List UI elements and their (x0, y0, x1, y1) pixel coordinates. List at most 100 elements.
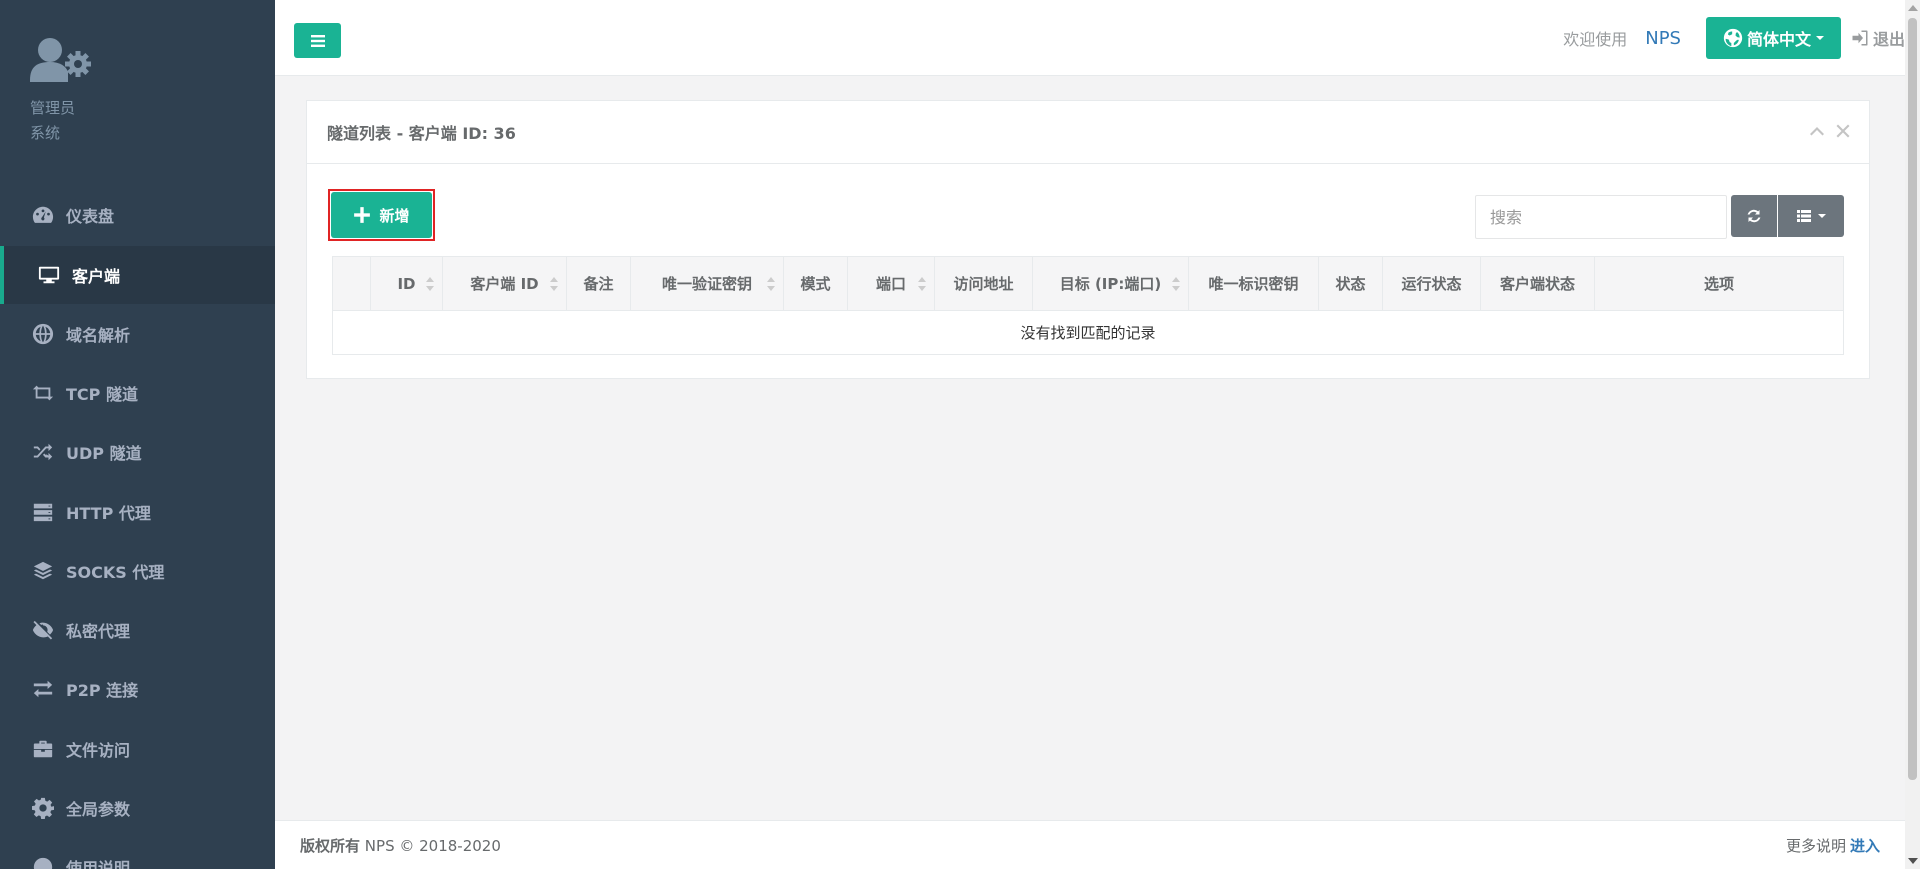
sidebar-item-domain[interactable]: 域名解析 (0, 305, 275, 363)
layers-icon (30, 558, 56, 584)
col-id[interactable]: ID (370, 256, 443, 311)
sidebar-item-label: TCP 隧道 (66, 385, 138, 404)
info-icon (30, 854, 56, 869)
globe-icon (1723, 28, 1743, 48)
sidebar-item-label: 域名解析 (66, 326, 131, 345)
plus-icon (354, 207, 371, 223)
logout-button[interactable]: 退出 (1851, 26, 1905, 50)
sidebar-item-label: 仪表盘 (66, 207, 115, 226)
panel-title: 隧道列表 - 客户端 ID: 36 (327, 124, 516, 143)
col-label: 状态 (1335, 275, 1366, 293)
col-checkbox (332, 256, 371, 311)
col-label: 唯一标识密钥 (1208, 275, 1299, 293)
sidebar-item-global[interactable]: 全局参数 (0, 779, 275, 837)
sidebar: 管理员 系统 仪表盘 客户端 域名解析 TCP 隧道 UDP 隧道 HTTP 代… (0, 0, 275, 869)
sidebar-item-secret[interactable]: 私密代理 (0, 601, 275, 659)
sidebar-item-tcp[interactable]: TCP 隧道 (0, 364, 275, 422)
col-label: 唯一验证密钥 (661, 275, 752, 293)
col-options: 选项 (1594, 256, 1844, 311)
panel-header: 隧道列表 - 客户端 ID: 36 (307, 101, 1869, 164)
sidebar-item-udp[interactable]: UDP 隧道 (0, 423, 275, 481)
menu-toggle-button[interactable] (294, 23, 341, 58)
caret-down-icon (1818, 214, 1826, 218)
sidebar-item-p2p[interactable]: P2P 连接 (0, 660, 275, 718)
col-port[interactable]: 端口 (847, 256, 935, 311)
table-toolbar (1731, 195, 1844, 237)
sort-icon (1172, 277, 1180, 291)
desktop-icon (36, 262, 62, 288)
col-mode: 模式 (783, 256, 848, 311)
scroll-thumb[interactable] (1908, 18, 1917, 780)
add-label: 新增 (379, 206, 410, 225)
col-label: 备注 (583, 275, 614, 293)
dashboard-icon (30, 202, 56, 228)
col-client-id[interactable]: 客户端 ID (442, 256, 567, 311)
refresh-icon (1747, 209, 1761, 223)
sidebar-item-label: 文件访问 (66, 741, 131, 760)
sort-icon (918, 277, 926, 291)
col-run-status: 运行状态 (1382, 256, 1481, 311)
profile: 管理员 系统 (0, 0, 275, 180)
server-icon (30, 499, 56, 525)
sidebar-item-label: 全局参数 (66, 800, 131, 819)
profile-role: 管理员 (30, 99, 76, 117)
sidebar-item-label: 私密代理 (66, 622, 131, 641)
copyright-label: 版权所有 (300, 836, 361, 855)
retweet-icon (30, 380, 56, 406)
admin-avatar-icon (30, 38, 91, 82)
sidebar-item-label: SOCKS 代理 (66, 563, 165, 582)
sidebar-item-help[interactable]: 使用说明 (0, 838, 275, 869)
sidebar-item-label: 使用说明 (66, 859, 131, 869)
search-input[interactable] (1475, 195, 1727, 239)
sidebar-item-label: 客户端 (72, 267, 121, 286)
language-label: 简体中文 (1746, 30, 1811, 49)
language-dropdown[interactable]: 简体中文 (1705, 17, 1841, 59)
panel-tools (1809, 123, 1851, 139)
sidebar-item-clients[interactable]: 客户端 (0, 246, 275, 304)
col-client-status: 客户端状态 (1480, 256, 1595, 311)
table-header-row: ID 客户端 ID 备注 唯一验证密钥 模式 端口 访问地址 目标 (IP:端口… (332, 256, 1844, 311)
chevron-up-icon[interactable] (1809, 123, 1825, 139)
profile-system: 系统 (30, 124, 61, 142)
brand-link[interactable]: NPS (1645, 28, 1681, 49)
col-label: 选项 (1703, 275, 1734, 293)
sidebar-item-socks[interactable]: SOCKS 代理 (0, 542, 275, 600)
tunnel-table: ID 客户端 ID 备注 唯一验证密钥 模式 端口 访问地址 目标 (IP:端口… (332, 256, 1844, 355)
footer-more: 更多说明 进入 (1786, 835, 1880, 856)
sidebar-item-file[interactable]: 文件访问 (0, 720, 275, 778)
refresh-button[interactable] (1731, 195, 1777, 237)
col-label: 运行状态 (1401, 275, 1462, 293)
page-scrollbar[interactable] (1905, 0, 1920, 869)
col-label: 访问地址 (953, 275, 1014, 293)
col-access-address: 访问地址 (934, 256, 1033, 311)
col-remark: 备注 (566, 256, 631, 311)
scroll-up-icon[interactable] (1908, 5, 1918, 11)
scroll-down-icon[interactable] (1908, 858, 1918, 864)
table-row: 没有找到匹配的记录 (333, 311, 1844, 355)
sidebar-item-label: P2P 连接 (66, 681, 139, 700)
close-icon[interactable] (1835, 123, 1851, 139)
topbar: 欢迎使用 NPS 简体中文 退出 (275, 0, 1905, 76)
sidebar-item-label: HTTP 代理 (66, 504, 151, 523)
gear-icon (30, 795, 56, 821)
caret-down-icon (1815, 36, 1824, 40)
sidebar-item-dashboard[interactable]: 仪表盘 (0, 186, 275, 244)
copyright-text: NPS © 2018-2020 (364, 836, 501, 855)
col-unique-key: 唯一标识密钥 (1188, 256, 1319, 311)
welcome-text: 欢迎使用 (1563, 30, 1628, 49)
col-label: 目标 (IP:端口) (1059, 275, 1162, 293)
sort-icon (767, 277, 775, 291)
col-verify-key[interactable]: 唯一验证密钥 (630, 256, 784, 311)
col-label: ID (397, 274, 416, 293)
more-label: 更多说明 (1785, 836, 1846, 855)
col-target[interactable]: 目标 (IP:端口) (1032, 256, 1189, 311)
enter-link[interactable]: 进入 (1850, 837, 1880, 855)
sidebar-item-http[interactable]: HTTP 代理 (0, 483, 275, 541)
briefcase-icon (30, 736, 56, 762)
bars-icon (310, 34, 325, 47)
eye-slash-icon (30, 617, 56, 643)
exchange-icon (30, 676, 56, 702)
columns-dropdown[interactable] (1778, 195, 1844, 237)
add-button[interactable]: 新增 (331, 192, 432, 238)
sign-out-icon (1852, 30, 1868, 46)
